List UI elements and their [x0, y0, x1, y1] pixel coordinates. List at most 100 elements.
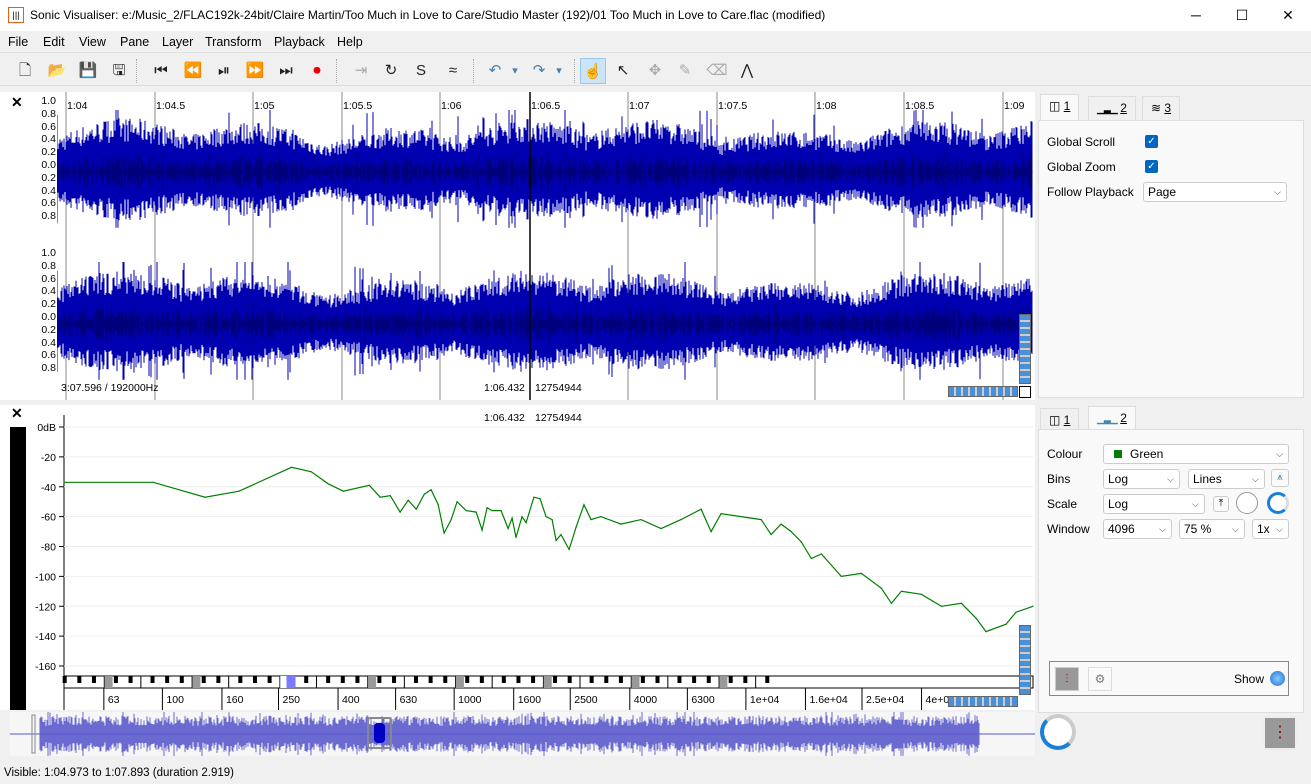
spectrum-point [760, 519, 762, 521]
waveform-pane[interactable]: ✕ 1.0 0.8 0.6 0.4 0.2 0.0 0.2 0.4 0.6 0.8 1.0 0.8 0.… [0, 92, 1035, 400]
menu-help[interactable]: Help [337, 35, 363, 49]
record-icon[interactable]: ⏺ [304, 58, 330, 84]
play-selection-icon[interactable]: ⇥ [348, 58, 374, 84]
rewind-icon[interactable]: ⏪ [180, 58, 206, 84]
undo-menu-icon[interactable]: ▾ [508, 58, 522, 84]
colour-label: Colour [1047, 447, 1083, 461]
window-overlap-select[interactable]: 75 % ⌵ [1179, 519, 1245, 539]
global-scroll-checkbox[interactable]: ✓ [1145, 135, 1158, 148]
redo-icon[interactable]: ↷ [526, 58, 552, 84]
solo-icon[interactable]: S [408, 58, 434, 84]
global-zoom-checkbox[interactable]: ✓ [1145, 160, 1158, 173]
overview-waveform[interactable] [10, 712, 1035, 756]
piano-black-key [377, 676, 382, 683]
spectrum-point [575, 526, 577, 528]
oversampling-select[interactable]: 1x ⌵ [1252, 519, 1289, 539]
navigate-tool-icon[interactable]: ☝ [580, 58, 606, 84]
open-icon[interactable]: 📂 [44, 58, 70, 84]
spectrum-pane[interactable]: ✕ 1:06.432 12754944 0dB -20 -40 -60 -80 -100-… [0, 405, 1035, 710]
piano-black-key [531, 676, 536, 683]
menu-transform[interactable]: Transform [205, 35, 262, 49]
spectrum-chart[interactable]: 0dB -20 -40 -60 -80 -100 -120 -140 -160 63 100 160 2… [0, 405, 1035, 710]
play-meter-icon[interactable]: ⋮ [1055, 667, 1079, 691]
piano-black-key [128, 676, 133, 683]
cursor-frame-label: 12754944 [535, 382, 582, 394]
spectrum-point [1015, 611, 1017, 613]
overview-viewport-handle[interactable] [367, 717, 392, 749]
horizontal-zoom-wheel[interactable] [948, 386, 1018, 397]
new-icon[interactable]: 🗋 [12, 58, 38, 84]
colour-select[interactable]: Green ⌵ [1103, 444, 1289, 464]
spectrum-point [368, 484, 370, 486]
menu-view[interactable]: View [79, 35, 106, 49]
spectrum-point [465, 510, 467, 512]
playback-speed-meter-icon[interactable]: ⋮ [1263, 716, 1297, 750]
loop-icon[interactable]: ↻ [378, 58, 404, 84]
show-toggle[interactable] [1270, 671, 1285, 686]
tab-layer-3[interactable]: ≋ 3 [1142, 96, 1181, 120]
waveform-canvas[interactable] [57, 92, 1033, 400]
piano-black-key [479, 676, 484, 683]
piano-black-key [62, 676, 67, 683]
tab-pane-1[interactable]: ◫ 1 [1040, 94, 1080, 120]
vertical-zoom-wheel[interactable] [1019, 625, 1031, 695]
horizontal-zoom-wheel[interactable] [948, 696, 1018, 707]
scale-select[interactable]: Log ⌵ [1103, 494, 1205, 514]
y-axis-label: 0.0 [41, 159, 56, 171]
spectrum-point [680, 519, 682, 521]
spectrum-point [342, 490, 344, 492]
spectrum-point [740, 516, 742, 518]
bins-select[interactable]: Log ⌵ [1103, 469, 1180, 489]
ffwd-end-icon[interactable]: ⏭ [273, 58, 299, 84]
save-as-icon[interactable]: 🖫 [106, 58, 132, 84]
play-pause-icon[interactable]: ⏯ [211, 58, 237, 84]
gain-dial[interactable] [1236, 492, 1258, 514]
spectrum-point [430, 489, 432, 491]
select-tool-icon[interactable]: ↖ [610, 58, 636, 84]
menu-layer[interactable]: Layer [162, 35, 193, 49]
move-tool-icon[interactable]: ✥ [642, 58, 668, 84]
spectrum-point [820, 553, 822, 555]
save-icon[interactable]: 💾 [75, 58, 101, 84]
zoom-reset-button[interactable] [1019, 386, 1031, 398]
vertical-zoom-wheel[interactable] [1019, 314, 1031, 384]
redo-menu-icon[interactable]: ▾ [552, 58, 566, 84]
y-tick-label: -20 [41, 452, 56, 464]
normalize-toggle-icon[interactable]: ⤒ [1213, 496, 1229, 512]
peaks-toggle-icon[interactable]: ⩚ [1271, 469, 1289, 487]
erase-tool-icon[interactable]: ⌫ [704, 58, 730, 84]
toolbar: 🗋 📂 💾 🖫 ⏮ ⏪ ⏯ ⏩ ⏭ ⏺ ⇥ ↻ S ≈ ↶ ▾ ↷ ▾ ☝ ↖ ✥ ✎ ⌫ ⋀ [0, 52, 1311, 86]
maximize-button[interactable]: ☐ [1219, 0, 1265, 31]
measure-tool-icon[interactable]: ⋀ [734, 58, 760, 84]
playback-settings-icon[interactable]: ⚙ [1088, 667, 1112, 691]
spectrum-point [1005, 623, 1007, 625]
menu-edit[interactable]: Edit [43, 35, 65, 49]
plot-style-select[interactable]: Lines ⌵ [1188, 469, 1265, 489]
threshold-dial[interactable] [1267, 492, 1289, 514]
tab-layer-2[interactable]: ▁▃▁ 2 [1088, 96, 1136, 120]
draw-tool-icon[interactable]: ✎ [672, 58, 698, 84]
spectrum-point [810, 557, 812, 560]
piano-black-key [179, 676, 184, 683]
spectrum-point [507, 527, 509, 530]
menu-pane[interactable]: Pane [120, 35, 149, 49]
minimize-button[interactable]: ─ [1173, 0, 1219, 31]
menu-playback[interactable]: Playback [274, 35, 325, 49]
fast-forward-icon[interactable]: ⏩ [242, 58, 268, 84]
global-scroll-label: Global Scroll [1047, 135, 1116, 149]
menu-file[interactable]: File [8, 35, 28, 49]
piano-black-key [91, 676, 96, 683]
playback-gain-dial[interactable] [1040, 714, 1076, 750]
close-button[interactable]: ✕ [1265, 0, 1311, 31]
spectrum-point [475, 511, 477, 513]
menu-bar: File Edit View Pane Layer Transform Playback He… [0, 32, 1311, 52]
undo-icon[interactable]: ↶ [482, 58, 508, 84]
rewind-start-icon[interactable]: ⏮ [148, 58, 174, 84]
time-tick-label: 1:09 [1004, 100, 1025, 112]
piano-black-key [216, 676, 221, 683]
piano-black-key [238, 676, 243, 683]
speedup-icon[interactable]: ≈ [440, 58, 466, 84]
piano-black-key [655, 676, 660, 683]
follow-playback-select[interactable]: Page ⌵ [1143, 182, 1287, 202]
window-size-select[interactable]: 4096 ⌵ [1103, 519, 1172, 539]
